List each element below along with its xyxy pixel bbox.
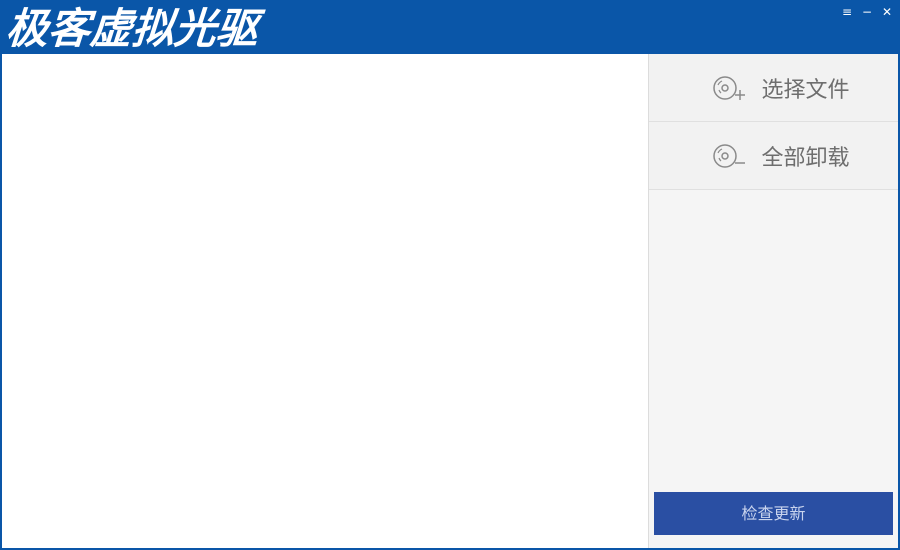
sidebar: 选择文件 全部卸载 检查更新 <box>648 54 898 548</box>
select-file-button[interactable]: 选择文件 <box>649 54 898 122</box>
close-icon[interactable]: ✕ <box>880 4 894 20</box>
menu-icon[interactable]: ≡ <box>840 4 854 20</box>
title-bar[interactable]: 极客虚拟光驱 ≡ − ✕ <box>2 2 898 54</box>
minimize-icon[interactable]: − <box>860 4 874 20</box>
content-area: 选择文件 全部卸载 检查更新 <box>2 54 898 548</box>
disc-add-icon <box>713 75 746 100</box>
drive-list-area[interactable] <box>2 54 648 548</box>
app-title: 极客虚拟光驱 <box>4 4 260 53</box>
window-controls: ≡ − ✕ <box>840 4 894 20</box>
select-file-label: 选择文件 <box>761 77 850 103</box>
check-update-button[interactable]: 检查更新 <box>654 492 893 535</box>
unmount-all-button[interactable]: 全部卸载 <box>649 122 898 190</box>
disc-remove-icon <box>713 143 746 168</box>
unmount-all-label: 全部卸载 <box>761 145 850 171</box>
app-window: 极客虚拟光驱 ≡ − ✕ 选择文件 全部卸载 检查更新 <box>0 0 900 550</box>
